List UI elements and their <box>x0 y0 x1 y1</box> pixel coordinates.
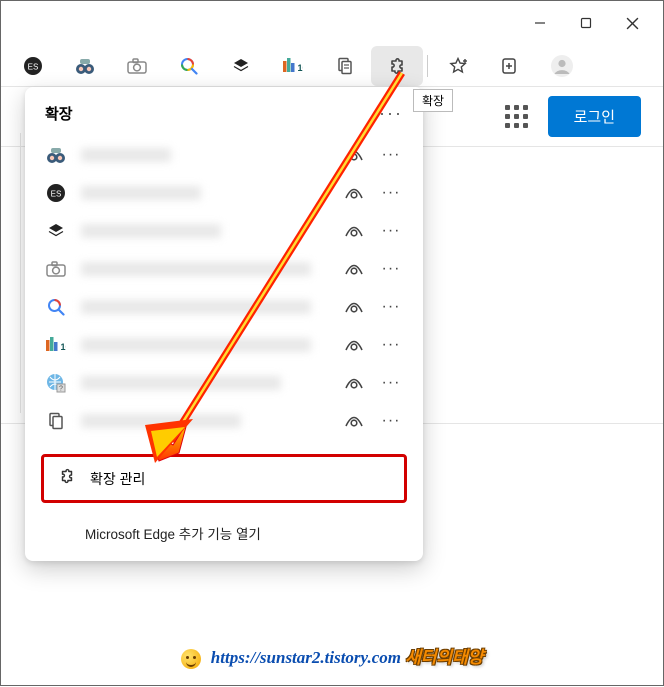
manage-label: 확장 관리 <box>90 469 145 489</box>
extension-item[interactable]: ··· <box>29 212 419 250</box>
svg-text:10: 10 <box>298 63 304 73</box>
visibility-icon[interactable] <box>343 415 365 427</box>
puzzle-icon <box>58 467 76 490</box>
extension-item[interactable]: ··· <box>29 250 419 288</box>
sidebar-stub <box>1 133 21 413</box>
visibility-icon[interactable] <box>343 377 365 389</box>
visibility-icon[interactable] <box>343 339 365 351</box>
globe-q-icon: ? <box>45 372 67 394</box>
titlebar <box>1 1 663 45</box>
collections-icon[interactable] <box>484 46 536 86</box>
visibility-icon[interactable] <box>343 225 365 237</box>
extension-name-blurred <box>81 224 221 238</box>
manage-extensions-button[interactable]: 확장 관리 <box>41 454 407 503</box>
close-button[interactable] <box>609 7 655 39</box>
extension-item[interactable]: 10 ··· <box>29 326 419 364</box>
extension-name-blurred <box>81 148 171 162</box>
visibility-icon[interactable] <box>343 187 365 199</box>
layers-icon[interactable] <box>215 46 267 86</box>
svg-text:?: ? <box>59 386 63 393</box>
es-badge-icon[interactable]: ES <box>7 46 59 86</box>
svg-text:ES: ES <box>51 190 62 199</box>
extension-name-blurred <box>81 186 201 200</box>
extensions-toolbar: ES 10 <box>1 45 663 87</box>
extension-name-blurred <box>81 376 281 390</box>
extensions-popup: 확장 ··· ··· ES ··· ··· <box>25 87 423 561</box>
extension-name-blurred <box>81 338 311 352</box>
minimize-button[interactable] <box>517 7 563 39</box>
visibility-icon[interactable] <box>343 263 365 275</box>
extension-item[interactable]: ··· <box>29 402 419 440</box>
svg-text:ES: ES <box>28 62 39 71</box>
apps-launcher-icon[interactable] <box>505 105 528 128</box>
item-more-icon[interactable]: ··· <box>379 184 403 202</box>
magnifier-colorful-icon <box>45 296 67 318</box>
login-button[interactable]: 로그인 <box>548 96 641 137</box>
binoculars-icon[interactable] <box>59 46 111 86</box>
item-more-icon[interactable]: ··· <box>379 336 403 354</box>
camera-icon <box>45 258 67 280</box>
copy-doc-icon <box>45 410 67 432</box>
svg-text:10: 10 <box>61 342 67 352</box>
open-addons-link[interactable]: Microsoft Edge 추가 기능 열기 <box>35 513 413 549</box>
camera-icon[interactable] <box>111 46 163 86</box>
emoji-icon <box>181 649 201 669</box>
watermark-url: https://sunstar2.tistory.com <box>211 648 401 667</box>
watermark-brand: 새터의태양 <box>405 648 483 667</box>
extension-item[interactable]: ? ··· <box>29 364 419 402</box>
magnifier-colorful-icon[interactable] <box>163 46 215 86</box>
extension-name-blurred <box>81 262 311 276</box>
extensions-tooltip: 확장 <box>413 89 453 112</box>
item-more-icon[interactable]: ··· <box>379 222 403 240</box>
visibility-icon[interactable] <box>343 301 365 313</box>
popup-more-icon[interactable]: ··· <box>379 103 403 124</box>
maximize-button[interactable] <box>563 7 609 39</box>
item-more-icon[interactable]: ··· <box>379 374 403 392</box>
watermark: https://sunstar2.tistory.com 새터의태양 <box>1 643 663 669</box>
visibility-icon[interactable] <box>343 149 365 161</box>
puzzle-icon[interactable] <box>371 46 423 86</box>
extension-name-blurred <box>81 414 241 428</box>
profile-icon[interactable] <box>536 46 588 86</box>
item-more-icon[interactable]: ··· <box>379 146 403 164</box>
copy-doc-icon[interactable] <box>319 46 371 86</box>
item-more-icon[interactable]: ··· <box>379 260 403 278</box>
favorites-icon[interactable] <box>432 46 484 86</box>
layers-icon <box>45 220 67 242</box>
extension-item[interactable]: ··· <box>29 288 419 326</box>
extensions-list: ··· ES ··· ··· ··· ·· <box>25 134 423 448</box>
extension-item[interactable]: ··· <box>29 136 419 174</box>
extension-item[interactable]: ES ··· <box>29 174 419 212</box>
counter10-icon[interactable]: 10 <box>267 46 319 86</box>
counter10-icon: 10 <box>45 334 67 356</box>
binoculars-icon <box>45 144 67 166</box>
popup-title: 확장 <box>45 103 73 124</box>
toolbar-separator <box>427 55 428 77</box>
item-more-icon[interactable]: ··· <box>379 298 403 316</box>
extension-name-blurred <box>81 300 311 314</box>
es-badge-icon: ES <box>45 182 67 204</box>
item-more-icon[interactable]: ··· <box>379 412 403 430</box>
